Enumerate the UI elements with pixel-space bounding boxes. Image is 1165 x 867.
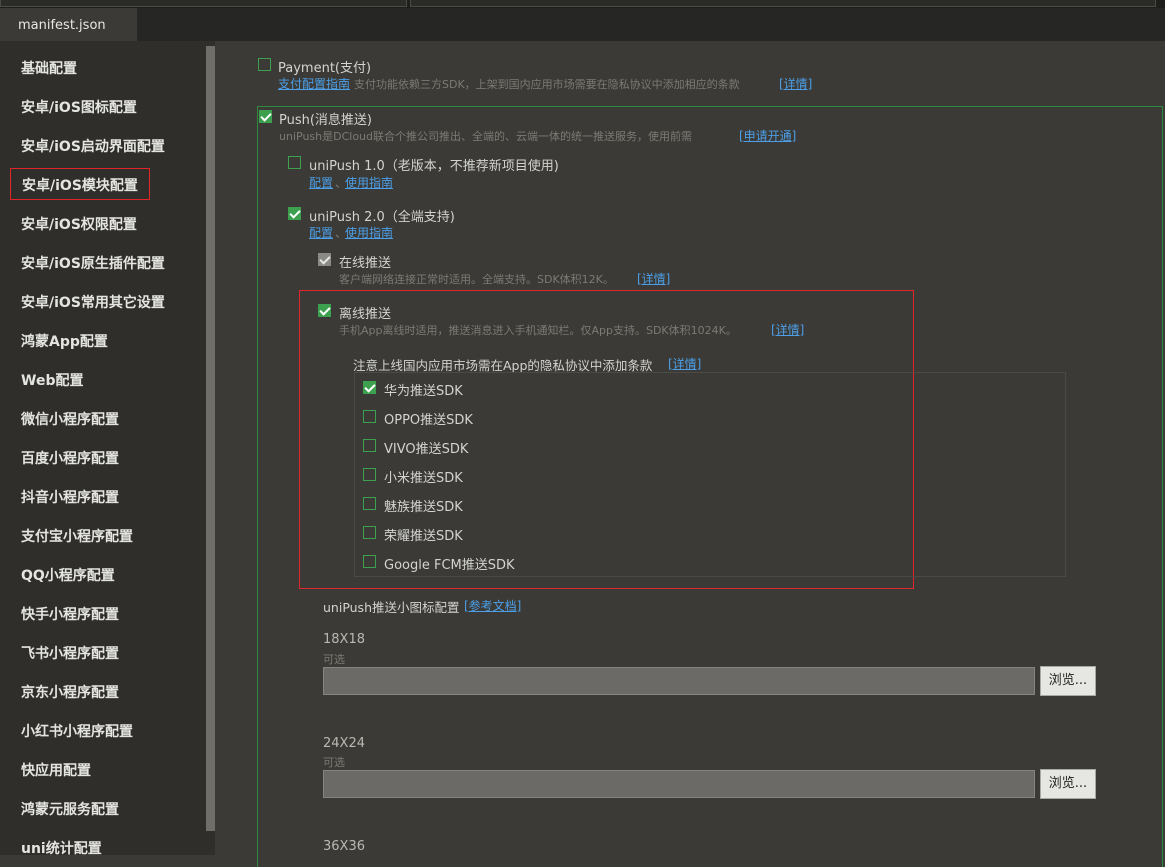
- sidebar-item-jd[interactable]: 京东小程序配置: [21, 682, 119, 702]
- sidebar: 基础配置 安卓/iOS图标配置 安卓/iOS启动界面配置 安卓/iOS模块配置 …: [0, 41, 215, 858]
- offline-push-label: 离线推送: [339, 307, 392, 322]
- unipush1-guide-link[interactable]: 使用指南: [345, 174, 393, 191]
- sidebar-item-basic[interactable]: 基础配置: [21, 58, 77, 78]
- sidebar-item-quickapp[interactable]: 快应用配置: [21, 760, 91, 780]
- icon-24-path-input[interactable]: [323, 770, 1035, 798]
- offline-push-desc: 手机App离线时适用，推送消息进入手机通知栏。仅App支持。SDK体积1024K…: [339, 324, 737, 337]
- push-apply-link[interactable]: [申请开通]: [739, 127, 796, 144]
- unipush2-guide-link[interactable]: 使用指南: [345, 224, 393, 241]
- sdk-meizu-label: 魅族推送SDK: [384, 500, 463, 515]
- sidebar-item-modules[interactable]: 安卓/iOS模块配置: [10, 168, 150, 200]
- icon-size-label: 18X18: [323, 632, 365, 647]
- online-push-label: 在线推送: [339, 256, 392, 271]
- unipush2-config-link[interactable]: 配置: [309, 224, 333, 241]
- sdk-fcm-label: Google FCM推送SDK: [384, 558, 515, 573]
- sidebar-item-weixin[interactable]: 微信小程序配置: [21, 409, 119, 429]
- sidebar-item-splash[interactable]: 安卓/iOS启动界面配置: [21, 136, 165, 156]
- sidebar-item-feishu[interactable]: 飞书小程序配置: [21, 643, 119, 663]
- unipush2-checkbox[interactable]: [288, 207, 301, 220]
- sdk-xiaomi-checkbox[interactable]: [363, 468, 376, 481]
- online-push-checkbox: [318, 253, 331, 266]
- unipush1-config-link[interactable]: 配置: [309, 174, 333, 191]
- unipush1-label: uniPush 1.0（老版本，不推荐新项目使用): [309, 159, 559, 174]
- payment-guide-link[interactable]: 支付配置指南: [278, 75, 350, 92]
- online-push-desc: 客户端网络连接正常时适用。全端支持。SDK体积12K。: [339, 273, 614, 286]
- sidebar-item-uni-stat[interactable]: uni统计配置: [21, 838, 102, 858]
- icon-24-browse-button[interactable]: 浏览...: [1040, 769, 1096, 799]
- sidebar-item-xiaohongshu[interactable]: 小红书小程序配置: [21, 721, 133, 741]
- payment-checkbox[interactable]: [258, 58, 271, 71]
- icon-optional-label: 可选: [323, 756, 345, 769]
- sdk-fcm-checkbox[interactable]: [363, 555, 376, 568]
- sdk-huawei-label: 华为推送SDK: [384, 384, 463, 399]
- payment-desc: 支付功能依赖三方SDK，上架到国内应用市场需要在隐私协议中添加相应的条款: [354, 78, 740, 91]
- sdk-huawei-checkbox[interactable]: [363, 381, 376, 394]
- sidebar-item-app-icon[interactable]: 安卓/iOS图标配置: [21, 97, 137, 117]
- sidebar-item-web[interactable]: Web配置: [21, 370, 83, 390]
- icon-size-label: 24X24: [323, 736, 365, 751]
- icon-size-label: 36X36: [323, 839, 365, 854]
- sidebar-item-other-settings[interactable]: 安卓/iOS常用其它设置: [21, 292, 165, 312]
- sidebar-item-alipay[interactable]: 支付宝小程序配置: [21, 526, 133, 546]
- sdk-oppo-checkbox[interactable]: [363, 410, 376, 423]
- sidebar-item-baidu[interactable]: 百度小程序配置: [21, 448, 119, 468]
- offline-push-detail-link[interactable]: [详情]: [771, 321, 804, 338]
- unipush1-checkbox[interactable]: [288, 156, 301, 169]
- payment-detail-link[interactable]: [详情]: [779, 75, 812, 92]
- top-strip-left: [0, 0, 407, 7]
- icon-18-browse-button[interactable]: 浏览...: [1040, 666, 1096, 696]
- push-label: Push(消息推送): [279, 113, 373, 128]
- sidebar-item-native-plugins[interactable]: 安卓/iOS原生插件配置: [21, 253, 165, 273]
- unipush2-label: uniPush 2.0（全端支持): [309, 210, 455, 225]
- sdk-vivo-label: VIVO推送SDK: [384, 442, 469, 457]
- push-checkbox[interactable]: [259, 110, 272, 123]
- icon-config-title: uniPush推送小图标配置: [323, 600, 460, 615]
- sdk-vivo-checkbox[interactable]: [363, 439, 376, 452]
- sdk-oppo-label: OPPO推送SDK: [384, 413, 473, 428]
- top-strip-right: [410, 0, 1156, 7]
- offline-push-checkbox[interactable]: [318, 304, 331, 317]
- push-desc: uniPush是DCloud联合个推公司推出、全端的、云端一体的统一推送服务，使…: [279, 130, 693, 143]
- privacy-notice-detail-link[interactable]: [详情]: [668, 355, 701, 372]
- icon-optional-label: 可选: [323, 653, 345, 666]
- tab-bar: manifest.json: [0, 8, 1165, 41]
- online-push-detail-link[interactable]: [详情]: [637, 270, 670, 287]
- icon-18-path-input[interactable]: [323, 667, 1035, 695]
- sdk-meizu-checkbox[interactable]: [363, 497, 376, 510]
- sidebar-item-permissions[interactable]: 安卓/iOS权限配置: [21, 214, 137, 234]
- sidebar-item-douyin[interactable]: 抖音小程序配置: [21, 487, 119, 507]
- icon-config-doc-link[interactable]: [参考文档]: [464, 597, 521, 614]
- sidebar-item-harmony-app[interactable]: 鸿蒙App配置: [21, 331, 108, 351]
- sdk-honor-checkbox[interactable]: [363, 526, 376, 539]
- sidebar-item-kuaishou[interactable]: 快手小程序配置: [21, 604, 119, 624]
- sdk-honor-label: 荣耀推送SDK: [384, 529, 463, 544]
- sdk-xiaomi-label: 小米推送SDK: [384, 471, 463, 486]
- sidebar-item-qq[interactable]: QQ小程序配置: [21, 565, 115, 585]
- payment-label: Payment(支付): [278, 61, 372, 76]
- tab-manifest-json[interactable]: manifest.json: [0, 8, 137, 41]
- sidebar-scrollbar[interactable]: [206, 46, 215, 831]
- top-strip: [0, 0, 1165, 8]
- module-config-panel: Payment(支付) 支付配置指南 支付功能依赖三方SDK，上架到国内应用市场…: [215, 41, 1165, 867]
- sidebar-item-harmony-atomic[interactable]: 鸿蒙元服务配置: [21, 799, 119, 819]
